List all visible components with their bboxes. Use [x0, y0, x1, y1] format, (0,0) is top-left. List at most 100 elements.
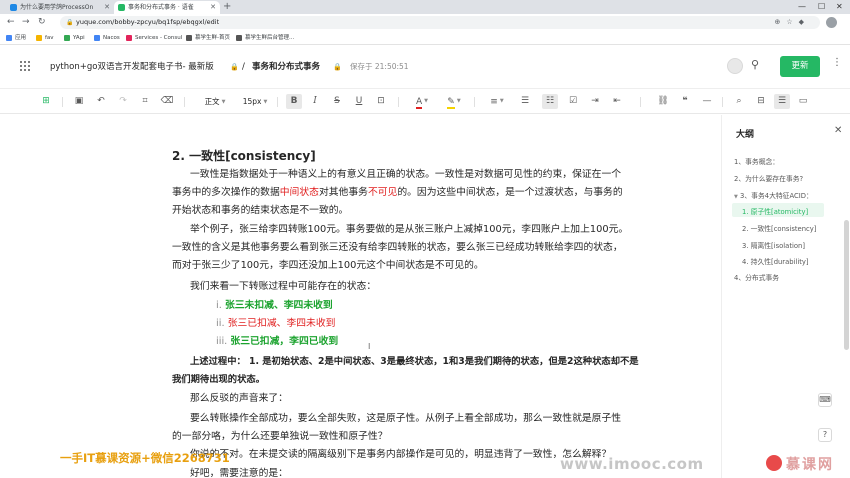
clear-format-icon[interactable]: ⌫ [160, 94, 174, 109]
minimize-icon[interactable]: — [798, 0, 806, 14]
outline-item[interactable]: ▼ 3、事务4大特征ACID： [734, 190, 813, 200]
omnibox-actions[interactable]: ⊕☆◆ [774, 16, 810, 29]
document-scrollbar[interactable] [844, 220, 849, 350]
paragraph-line: 开始状态和事务的结束状态是不一致的。 [172, 205, 349, 216]
update-button[interactable]: 更新 [780, 56, 820, 77]
quote-icon[interactable]: ❝ [678, 94, 692, 109]
new-tab-icon[interactable]: + [223, 0, 231, 14]
format-icon[interactable]: ⊟ [754, 94, 768, 109]
lock-icon: 🔒 [333, 63, 342, 71]
tab-label: 为什么要用学鸽ProcessOn [20, 4, 94, 11]
highlight-text: 不可见 [367, 187, 398, 198]
chevron-down-icon: ▼ [499, 98, 504, 104]
search-replace-icon[interactable]: ⌕ [732, 94, 746, 109]
bookmark-item[interactable]: YApi [64, 31, 85, 45]
watermark-text: 一手IT慕课资源+微信2268731 [60, 451, 230, 465]
strikethrough-icon[interactable]: S [330, 94, 344, 109]
url-text: yuque.com/bobby-zpcyu/bq1fsp/ebqgxl/edit [76, 18, 220, 26]
window-close-icon[interactable]: ✕ [836, 0, 843, 14]
help-icon[interactable]: ? [818, 428, 832, 442]
link-icon[interactable]: ⛓ [656, 94, 670, 109]
profile-avatar-icon[interactable] [826, 17, 837, 28]
apps-icon [6, 35, 12, 41]
translate-icon[interactable]: ⊕ [774, 18, 786, 26]
font-color-icon[interactable]: A ▼ [410, 94, 434, 109]
save-icon[interactable]: ▣ [72, 94, 86, 109]
breadcrumb-book[interactable]: python+go双语言开发配套电子书- 最新版 [50, 45, 214, 89]
keyboard-icon[interactable]: ⌨ [818, 393, 832, 407]
bookmark-item[interactable]: 应用 [6, 31, 26, 45]
outline-item[interactable]: 2、为什么要存在事务? [734, 173, 803, 183]
outdent-icon[interactable]: ⇤ [610, 94, 624, 109]
github-icon [236, 35, 242, 41]
paragraph-line: 好吧，需要注意的是： [190, 468, 288, 478]
list-marker: ii. [216, 318, 225, 329]
paragraph-line: 一致性是指数据处于一种语义上的有意义且正确的状态。一致性是对数据可见性的约束，保… [190, 169, 622, 180]
outline-toggle-icon[interactable]: ☰ [774, 94, 790, 109]
redo-icon[interactable]: ↷ [116, 94, 130, 109]
outline-item[interactable]: 4、分布式事务 [734, 272, 779, 282]
browser-address-row: ← → ↻ 🔒 yuque.com/bobby-zpcyu/bq1fsp/ebq… [0, 14, 850, 31]
app-grid-icon[interactable] [20, 61, 30, 71]
close-icon[interactable]: ✕ [834, 125, 842, 136]
chevron-down-icon[interactable]: ▼ [734, 194, 738, 200]
task-list-icon[interactable]: ☑ [566, 94, 580, 109]
font-size-select[interactable]: 15px ▼ [240, 94, 270, 109]
watermark-brand: 慕课网 [786, 457, 834, 473]
editor-toolbar: ⊞ ▣ ↶ ↷ ⌗ ⌫ 正文 ▼ 15px ▼ B I S U ⊡ A ▼ ✎ ▼ ≡ ▼… [0, 89, 850, 114]
collaborator-icon[interactable]: ⚲ [751, 58, 759, 71]
format-painter-icon[interactable]: ⌗ [138, 94, 152, 109]
paragraph-line: 一致性的含义是其他事务要么看到张三还没有给李四转账的状态，要么张三已经成功转账给… [172, 242, 623, 253]
bookmark-item[interactable]: 慕学生鲜后台管理... [236, 31, 294, 45]
bold-icon[interactable]: B [286, 94, 302, 109]
outline-item[interactable]: 3. 隔离性[isolation] [742, 240, 805, 250]
back-icon[interactable]: ← [7, 14, 15, 31]
list-item: iii. 张三已扣减，李四已收到 [216, 333, 338, 350]
bookmark-item[interactable]: fav [36, 31, 54, 45]
breadcrumb-separator: / [242, 62, 245, 72]
forward-icon[interactable]: → [22, 14, 30, 31]
bookmark-item[interactable]: Nacos [94, 31, 120, 45]
italic-icon[interactable]: I [308, 94, 322, 109]
bookmark-item[interactable]: 慕学生鲜-首页 [186, 31, 230, 45]
chevron-down-icon: ▼ [456, 98, 461, 104]
bookmark-item[interactable]: Services - Consul [126, 31, 182, 45]
document-body[interactable]: 2. 一致性[consistency] 一致性是指数据处于一种语义上的有意义且正… [0, 115, 720, 478]
unordered-list-icon[interactable]: ☷ [542, 94, 558, 109]
star-icon[interactable]: ☆ [786, 18, 798, 26]
maximize-icon[interactable]: ☐ [818, 0, 825, 14]
insert-icon[interactable]: ⊞ [38, 94, 54, 109]
align-icon[interactable]: ≡ ▼ [486, 94, 508, 109]
extension-icon[interactable]: ◆ [799, 18, 810, 26]
code-icon[interactable]: ⊡ [374, 94, 388, 109]
underline-icon[interactable]: U [352, 94, 366, 109]
paragraph-style-select[interactable]: 正文 ▼ [200, 94, 230, 109]
yuque-favicon-icon [118, 4, 125, 11]
list-item: ii. 张三已扣减、李四未收到 [216, 315, 335, 332]
browser-tab-yuque[interactable]: 事务和分布式事务 · 语雀 ✕ [114, 1, 220, 14]
reload-icon[interactable]: ↻ [38, 14, 46, 31]
ordered-list-icon[interactable]: ☰ [518, 94, 532, 109]
avatar[interactable] [727, 58, 743, 74]
highlight-color-icon[interactable]: ✎ ▼ [442, 94, 466, 109]
browser-tab-processon[interactable]: 为什么要用学鸽ProcessOn ✕ [6, 1, 114, 14]
consul-icon [126, 35, 132, 41]
more-icon[interactable]: ⋮ [832, 57, 842, 68]
close-tab-icon[interactable]: ✕ [104, 1, 110, 14]
outline-item[interactable]: 1、事务概念： [734, 156, 779, 166]
undo-icon[interactable]: ↶ [94, 94, 108, 109]
paragraph-line: 而对于张三少了100元，李四还没加上100元这个中间状态是不可见的。 [172, 260, 484, 271]
address-bar[interactable]: 🔒 yuque.com/bobby-zpcyu/bq1fsp/ebqgxl/ed… [60, 16, 820, 29]
folder-icon[interactable]: ▭ [796, 94, 810, 109]
outline-item[interactable]: 4. 持久性[durability] [742, 256, 809, 266]
outline-panel: 大纲 ✕ 1、事务概念： 2、为什么要存在事务? ▼ 3、事务4大特征ACID：… [721, 115, 850, 478]
paragraph-line: 举个例子，张三给李四转账100元。事务要做的是从张三账户上减掉100元，李四账户… [190, 224, 629, 235]
bookmarks-bar: 应用 fav YApi Nacos Services - Consul 慕学生鲜… [0, 31, 850, 45]
doc-title[interactable]: 事务和分布式事务 [252, 45, 320, 89]
paragraph-line: 那么反驳的声音来了： [190, 393, 288, 404]
divider-icon[interactable]: — [700, 94, 714, 109]
close-tab-icon[interactable]: ✕ [210, 1, 216, 14]
indent-icon[interactable]: ⇥ [588, 94, 602, 109]
outline-item[interactable]: 2. 一致性[consistency] [742, 223, 816, 233]
outline-item[interactable]: 1. 原子性[atomicity] [742, 206, 808, 216]
